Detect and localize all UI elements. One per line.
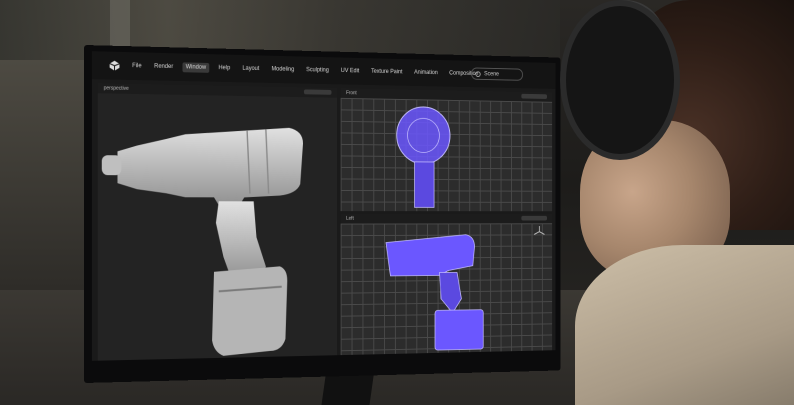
person-shoulder bbox=[575, 245, 794, 405]
scene-button[interactable]: Scene bbox=[471, 67, 524, 81]
menu-modeling[interactable]: Modeling bbox=[269, 64, 297, 74]
3d-app-screen: File Render Window Help Layout Modeling … bbox=[91, 51, 556, 361]
menu-sculpting[interactable]: Sculpting bbox=[303, 65, 331, 75]
viewport-header: Left bbox=[340, 214, 553, 224]
background-wall bbox=[0, 60, 90, 290]
scene-label: Scene bbox=[484, 71, 499, 78]
viewport-front[interactable]: Front bbox=[340, 88, 553, 212]
window-light bbox=[110, 0, 130, 50]
viewport-label: perspective bbox=[103, 85, 129, 92]
main-menu: File Render Window Help Layout Modeling … bbox=[129, 61, 481, 79]
menu-file[interactable]: File bbox=[129, 61, 144, 71]
menu-render[interactable]: Render bbox=[151, 62, 176, 72]
menu-animation[interactable]: Animation bbox=[411, 68, 440, 78]
app-logo-icon[interactable] bbox=[109, 61, 120, 71]
menu-window[interactable]: Window bbox=[182, 62, 209, 73]
scene-icon bbox=[475, 71, 481, 78]
viewport-tools[interactable] bbox=[521, 93, 548, 99]
menu-help[interactable]: Help bbox=[216, 63, 233, 73]
viewport-tools[interactable] bbox=[521, 215, 548, 221]
viewport-left[interactable]: Left bbox=[340, 214, 553, 361]
viewport-tools[interactable] bbox=[303, 89, 332, 95]
viewport-label: Left bbox=[346, 215, 354, 222]
headphone-earcup bbox=[560, 0, 680, 160]
viewport-perspective[interactable]: perspective bbox=[97, 83, 338, 361]
monitor: File Render Window Help Layout Modeling … bbox=[84, 45, 561, 383]
axis-gizmo-icon[interactable] bbox=[533, 225, 545, 238]
menu-uv-edit[interactable]: UV Edit bbox=[338, 66, 362, 76]
drill-wireframe-front[interactable] bbox=[341, 98, 552, 211]
menu-bar: File Render Window Help Layout Modeling … bbox=[91, 51, 556, 89]
photo-scene: File Render Window Help Layout Modeling … bbox=[0, 0, 794, 405]
drill-wireframe-left[interactable] bbox=[341, 223, 552, 361]
viewport-label: Front bbox=[346, 90, 357, 97]
menu-layout[interactable]: Layout bbox=[240, 64, 263, 74]
drill-model[interactable] bbox=[98, 93, 337, 361]
menu-texture-paint[interactable]: Texture Paint bbox=[368, 67, 405, 77]
